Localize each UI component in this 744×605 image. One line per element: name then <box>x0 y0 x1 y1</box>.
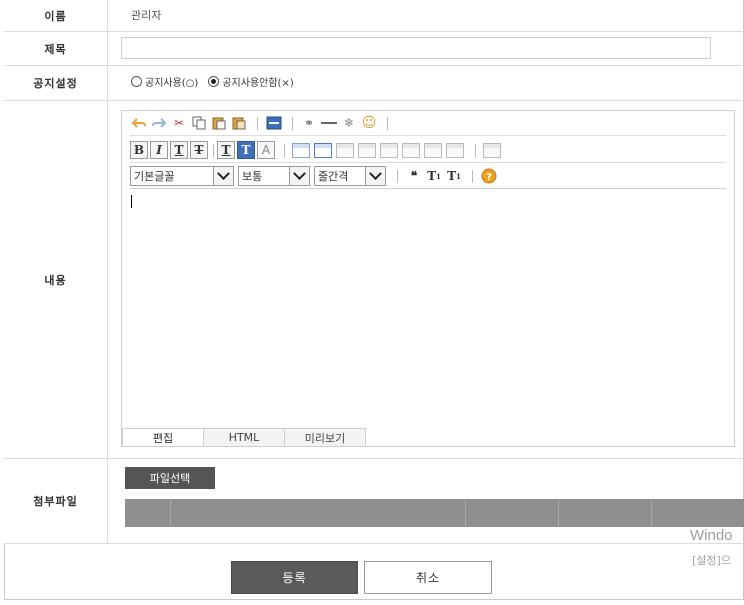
notice-use-radio[interactable] <box>131 76 142 87</box>
cancel-button[interactable]: 취소 <box>364 561 492 594</box>
notice-nouse-radio[interactable] <box>208 76 220 87</box>
windows-activation-watermark: Windo <box>690 527 733 544</box>
windows-activation-watermark-sub: [설정]으 <box>692 554 731 567</box>
link-icon[interactable]: ⚭ <box>300 114 318 132</box>
strikethrough-button[interactable]: T <box>190 141 208 159</box>
table-header-cell <box>559 499 652 527</box>
editor-toolbar-1: ✂ ⚭ ❄ ☺ <box>130 111 726 136</box>
table-header-cell <box>466 499 559 527</box>
name-row: 이름 관리자 <box>4 0 744 32</box>
italic-button[interactable]: I <box>150 141 168 159</box>
chevron-down-icon <box>289 167 309 185</box>
superscript-icon[interactable]: T1 <box>445 167 463 185</box>
cut-icon[interactable]: ✂ <box>170 114 188 132</box>
help-icon[interactable]: ? <box>480 167 498 185</box>
chevron-down-icon <box>365 167 385 185</box>
chevron-down-icon <box>213 167 233 185</box>
title-input[interactable] <box>121 37 711 59</box>
notice-row: 공지설정 공지사용(○) 공지사용안함(×) <box>4 66 744 101</box>
font-select[interactable]: 기본글꼴 <box>130 166 234 186</box>
title-row: 제목 <box>4 32 744 66</box>
delete-column-icon[interactable] <box>446 142 464 158</box>
copy-icon[interactable] <box>190 114 208 132</box>
paste-text-icon[interactable] <box>230 114 248 132</box>
redo-icon[interactable] <box>150 114 168 132</box>
notice-radio-group: 공지사용(○) 공지사용안함(×) <box>131 74 304 89</box>
attachment-label: 첨부파일 <box>4 459 108 543</box>
choose-file-button[interactable]: 파일선택 <box>125 467 215 489</box>
tab-html[interactable]: HTML <box>203 428 285 446</box>
attachment-table-header <box>125 499 744 527</box>
editor-toolbar-2: B I T T T T A <box>130 138 726 163</box>
tab-edit[interactable]: 편집 <box>122 428 204 446</box>
clear-format-icon[interactable]: A <box>257 141 275 159</box>
image-icon[interactable] <box>483 142 501 158</box>
line-height-select[interactable]: 줄간격 <box>314 166 386 186</box>
table-header-cell <box>171 499 466 527</box>
horizontal-rule-icon[interactable] <box>265 114 283 132</box>
tab-preview[interactable]: 미리보기 <box>284 428 366 446</box>
text-caret <box>131 195 132 208</box>
editor-content-area[interactable] <box>122 190 734 428</box>
notice-nouse-label[interactable]: 공지사용안함(×) <box>222 74 293 89</box>
notice-label: 공지설정 <box>4 66 108 100</box>
emoticon-icon[interactable]: ☺ <box>360 114 378 132</box>
split-cells-icon[interactable] <box>358 142 376 158</box>
name-label: 이름 <box>4 0 108 31</box>
insert-row-icon[interactable] <box>380 142 398 158</box>
underline-button[interactable]: T <box>170 141 188 159</box>
table-header-cell <box>652 499 744 527</box>
insert-table-icon[interactable] <box>292 142 310 158</box>
bold-button[interactable]: B <box>130 141 148 159</box>
submit-button[interactable]: 등록 <box>231 561 358 594</box>
special-char-icon[interactable]: ❄ <box>340 114 358 132</box>
content-label: 내용 <box>4 101 108 458</box>
title-label: 제목 <box>4 32 108 65</box>
notice-use-label[interactable]: 공지사용(○) <box>145 74 198 89</box>
blockquote-icon[interactable]: ❝ <box>405 167 423 185</box>
divider-line-icon[interactable] <box>320 114 338 132</box>
svg-text:?: ? <box>486 172 492 183</box>
attachment-row: 첨부파일 파일선택 <box>4 459 744 544</box>
table-header-cell <box>125 499 171 527</box>
insert-column-icon[interactable] <box>402 142 420 158</box>
undo-icon[interactable] <box>130 114 148 132</box>
editor-toolbar-3: 기본글꼴 보통 줄간격 ❝ T1 T1 ? <box>130 164 726 189</box>
font-color-button[interactable]: T <box>217 141 235 159</box>
background-color-button[interactable]: T <box>237 141 255 159</box>
edit-table-icon[interactable] <box>314 142 332 158</box>
editor-mode-tabs: 편집 HTML 미리보기 <box>122 428 366 446</box>
subscript-icon[interactable]: T1 <box>425 167 443 185</box>
name-value: 관리자 <box>131 9 162 22</box>
paste-icon[interactable] <box>210 114 228 132</box>
merge-cells-icon[interactable] <box>336 142 354 158</box>
delete-row-icon[interactable] <box>424 142 442 158</box>
font-size-select[interactable]: 보통 <box>238 166 310 186</box>
rich-text-editor: ✂ ⚭ ❄ ☺ B I T T T T A 기본글꼴 보통 줄간격 ❝ T 1 … <box>121 110 735 447</box>
